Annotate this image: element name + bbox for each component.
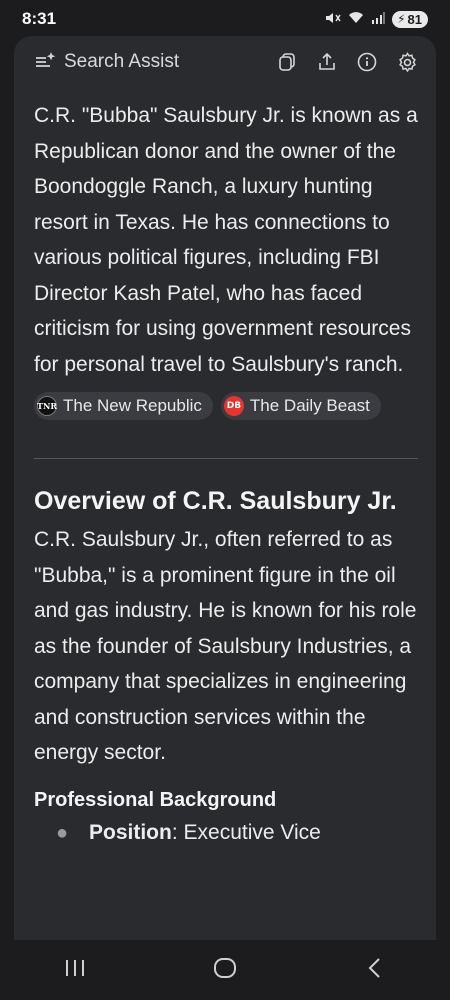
mute-icon: [325, 11, 341, 28]
daily-beast-logo: DB: [223, 396, 244, 416]
signal-icon: [371, 11, 386, 27]
source-list: TNR The New Republic DB The Daily Beast: [34, 392, 418, 420]
overview-title: Overview of C.R. Saulsbury Jr.: [34, 487, 397, 515]
search-assist-heading: Search Assist: [34, 50, 179, 75]
section-divider: [34, 458, 418, 459]
source-label: The Daily Beast: [249, 396, 370, 415]
bullet-key: Position: [89, 820, 172, 844]
source-chip-daily-beast[interactable]: DB The Daily Beast: [220, 392, 381, 420]
system-nav-bar: [0, 940, 450, 1000]
home-button[interactable]: [195, 950, 255, 990]
bullet-value: : Executive Vice: [171, 820, 321, 844]
card-header: Search Assist: [14, 36, 436, 88]
card-title: Search Assist: [64, 51, 180, 72]
back-button[interactable]: [345, 950, 405, 990]
charging-icon: ⚡: [397, 12, 406, 26]
recent-apps-icon: [64, 959, 86, 982]
status-bar: 8:31 ⚡ 81: [0, 0, 450, 38]
recent-apps-button[interactable]: [45, 950, 105, 990]
share-icon[interactable]: [316, 51, 338, 73]
answer-summary: C.R. "Bubba" Saulsbury Jr. is known as a…: [34, 104, 418, 376]
search-assist-icon: [34, 50, 58, 75]
battery-level: 81: [407, 11, 422, 27]
source-chip-new-republic[interactable]: TNR The New Republic: [34, 392, 213, 420]
copy-icon[interactable]: [276, 51, 298, 73]
new-republic-logo: TNR: [37, 396, 57, 416]
back-icon: [367, 957, 383, 984]
search-assist-card: Search Assist C.R. "Bubba" Saulsbury Jr.…: [14, 36, 436, 940]
professional-background-heading: Professional Background: [34, 788, 277, 811]
info-icon[interactable]: [356, 51, 378, 73]
card-content: C.R. "Bubba" Saulsbury Jr. is known as a…: [34, 98, 418, 850]
wifi-icon: [348, 11, 364, 27]
bullet-icon: ●: [56, 821, 69, 844]
status-time: 8:31: [22, 9, 57, 28]
status-icons: ⚡ 81: [325, 10, 428, 28]
home-icon: [213, 957, 237, 984]
settings-icon[interactable]: [396, 51, 418, 73]
overview-body: C.R. Saulsbury Jr., often referred to as…: [34, 528, 417, 764]
card-actions: [276, 51, 418, 73]
source-label: The New Republic: [63, 396, 202, 415]
list-item: ● Position: Executive Vice: [34, 816, 418, 850]
battery-indicator: ⚡ 81: [392, 10, 428, 28]
